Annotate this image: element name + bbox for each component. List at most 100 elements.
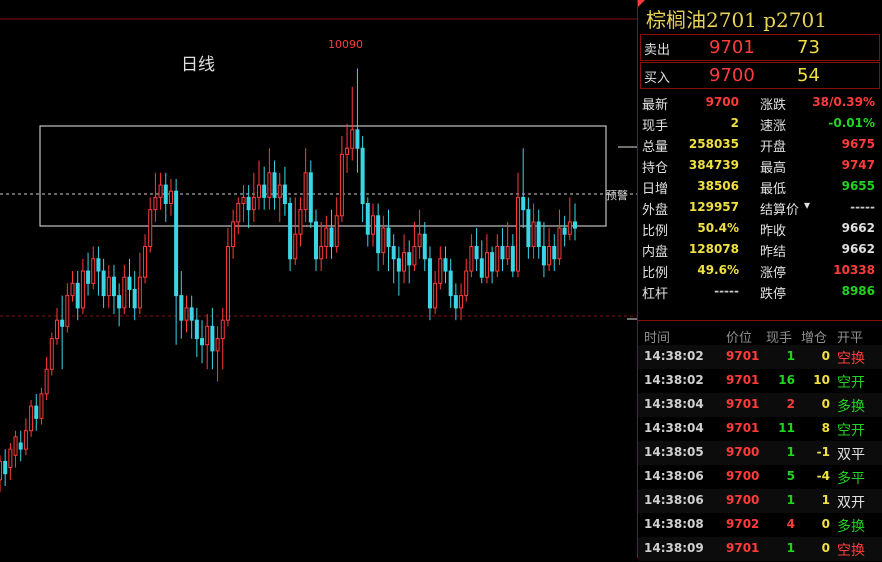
candle-body[interactable]: [251, 196, 256, 211]
candle-body[interactable]: [262, 184, 267, 198]
candle-body[interactable]: [267, 172, 272, 198]
tick-row[interactable]: 14:38:02 9701 1 0 空换: [638, 345, 882, 369]
candle-body[interactable]: [370, 215, 375, 235]
candle-body[interactable]: [484, 252, 489, 278]
candle-body[interactable]: [459, 295, 464, 309]
candle-body[interactable]: [86, 270, 91, 284]
candle-body[interactable]: [163, 184, 168, 205]
candle-body[interactable]: [443, 258, 448, 272]
candle-body[interactable]: [417, 233, 422, 247]
candle-body[interactable]: [106, 276, 111, 297]
candle-body[interactable]: [386, 227, 391, 247]
candle-body[interactable]: [282, 184, 287, 205]
candle-body[interactable]: [464, 270, 469, 297]
candle-body[interactable]: [355, 129, 360, 149]
candle-body[interactable]: [365, 203, 370, 235]
candle-body[interactable]: [49, 338, 54, 370]
tick-row[interactable]: 14:38:04 9701 11 8 空开: [638, 417, 882, 441]
candle-body[interactable]: [60, 319, 65, 327]
candle-body[interactable]: [536, 221, 541, 247]
chevron-down-icon[interactable]: ▾: [804, 198, 810, 212]
candle-body[interactable]: [44, 368, 49, 395]
candle-body[interactable]: [345, 147, 350, 155]
candle-body[interactable]: [75, 282, 80, 309]
candle-body[interactable]: [298, 209, 303, 235]
candle-body[interactable]: [308, 172, 313, 223]
candle-body[interactable]: [360, 147, 365, 205]
candle-body[interactable]: [153, 196, 158, 211]
candle-body[interactable]: [158, 184, 163, 198]
candle-body[interactable]: [174, 190, 179, 297]
alert-label[interactable]: 预警: [606, 187, 628, 203]
candle-body[interactable]: [334, 215, 339, 247]
candle-body[interactable]: [132, 288, 137, 309]
candlestick-chart[interactable]: 日线 10090 预警: [0, 0, 637, 558]
candle-body[interactable]: [8, 448, 13, 469]
candle-body[interactable]: [215, 338, 220, 352]
candle-body[interactable]: [339, 153, 344, 217]
tick-row[interactable]: 14:38:05 9700 1 -1 双平: [638, 441, 882, 465]
candle-body[interactable]: [541, 245, 546, 266]
candle-body[interactable]: [96, 258, 101, 272]
candle-body[interactable]: [422, 233, 427, 260]
candle-body[interactable]: [448, 270, 453, 297]
candle-body[interactable]: [70, 282, 75, 297]
candle-body[interactable]: [277, 184, 282, 198]
candle-body[interactable]: [194, 319, 199, 340]
candle-body[interactable]: [495, 245, 500, 272]
candle-body[interactable]: [29, 405, 34, 432]
candle-body[interactable]: [189, 307, 194, 321]
tick-row[interactable]: 14:38:04 9701 2 0 多换: [638, 393, 882, 417]
candle-body[interactable]: [184, 307, 189, 321]
candle-body[interactable]: [516, 196, 521, 272]
candle-body[interactable]: [567, 221, 572, 235]
candle-body[interactable]: [552, 245, 557, 260]
tick-row[interactable]: 14:38:06 9700 1 1 双开: [638, 489, 882, 513]
candle-body[interactable]: [329, 227, 334, 247]
candle-body[interactable]: [427, 258, 432, 309]
candle-body[interactable]: [231, 221, 236, 247]
tick-row[interactable]: 14:38:02 9701 16 10 空开: [638, 369, 882, 393]
candle-body[interactable]: [547, 245, 552, 266]
candle-body[interactable]: [381, 227, 386, 254]
candle-body[interactable]: [200, 338, 205, 346]
candle-body[interactable]: [412, 245, 417, 266]
candle-body[interactable]: [557, 227, 562, 260]
candle-body[interactable]: [101, 270, 106, 297]
candle-body[interactable]: [438, 258, 443, 284]
candle-body[interactable]: [453, 295, 458, 309]
candle-body[interactable]: [562, 227, 567, 235]
candle-body[interactable]: [168, 190, 173, 205]
candle-body[interactable]: [122, 276, 127, 309]
candle-body[interactable]: [80, 270, 85, 309]
candle-body[interactable]: [205, 325, 210, 346]
candle-body[interactable]: [148, 209, 153, 247]
candle-body[interactable]: [396, 258, 401, 272]
candle-body[interactable]: [474, 245, 479, 260]
candle-body[interactable]: [54, 319, 59, 340]
candle-body[interactable]: [91, 258, 96, 284]
candle-body[interactable]: [526, 209, 531, 247]
candle-body[interactable]: [293, 233, 298, 260]
candle-body[interactable]: [39, 393, 44, 419]
candle-body[interactable]: [531, 221, 536, 247]
candle-body[interactable]: [179, 295, 184, 321]
chart-canvas[interactable]: [0, 0, 637, 558]
candle-body[interactable]: [272, 172, 277, 198]
candle-body[interactable]: [303, 172, 308, 211]
candle-body[interactable]: [34, 405, 39, 419]
candle-body[interactable]: [117, 295, 122, 309]
candle-body[interactable]: [313, 221, 318, 260]
candle-body[interactable]: [220, 319, 225, 340]
candle-body[interactable]: [288, 203, 293, 260]
candle-body[interactable]: [573, 221, 577, 229]
candle-body[interactable]: [143, 245, 148, 278]
candle-body[interactable]: [236, 203, 241, 223]
candle-body[interactable]: [407, 252, 412, 266]
candle-body[interactable]: [18, 442, 23, 450]
candle-body[interactable]: [65, 295, 70, 327]
candle-body[interactable]: [391, 245, 396, 260]
candle-body[interactable]: [3, 460, 8, 475]
candle-body[interactable]: [469, 245, 474, 272]
candle-body[interactable]: [505, 245, 510, 260]
